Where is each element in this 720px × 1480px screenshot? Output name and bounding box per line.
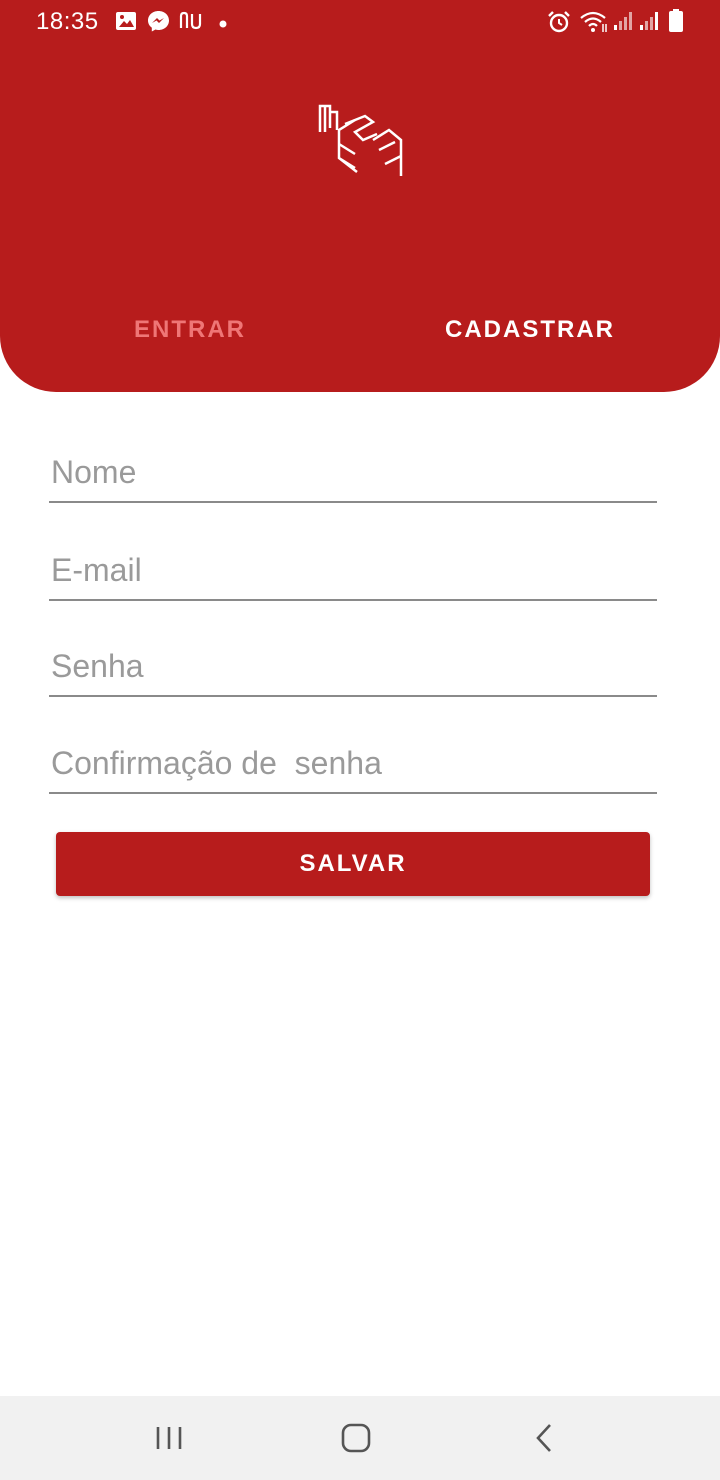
confirm-password-field[interactable] — [49, 734, 657, 794]
nubank-icon — [178, 10, 206, 37]
name-field[interactable] — [49, 443, 657, 503]
tab-cadastrar[interactable]: CADASTRAR — [410, 316, 650, 344]
save-button[interactable]: SALVAR — [56, 832, 650, 896]
gallery-icon — [115, 10, 137, 37]
wifi-icon — [579, 10, 609, 39]
password-field[interactable] — [49, 637, 657, 697]
status-time: 18:35 — [36, 8, 99, 35]
signal-icon — [638, 10, 660, 37]
recent-apps-icon[interactable] — [139, 1416, 199, 1460]
back-icon[interactable] — [514, 1416, 574, 1460]
app-logo-icon — [315, 100, 407, 182]
status-bar: 18:35 — [0, 0, 720, 44]
email-field[interactable] — [49, 541, 657, 601]
battery-icon — [668, 9, 684, 38]
header: 18:35 ENTRAR CADASTRAR — [0, 0, 720, 392]
signal-icon — [612, 10, 634, 37]
navigation-bar — [0, 1396, 720, 1480]
alarm-icon — [547, 10, 571, 39]
messenger-icon — [147, 10, 170, 38]
notification-dot-icon — [218, 16, 228, 34]
home-icon[interactable] — [326, 1416, 386, 1460]
tab-entrar[interactable]: ENTRAR — [70, 316, 310, 344]
